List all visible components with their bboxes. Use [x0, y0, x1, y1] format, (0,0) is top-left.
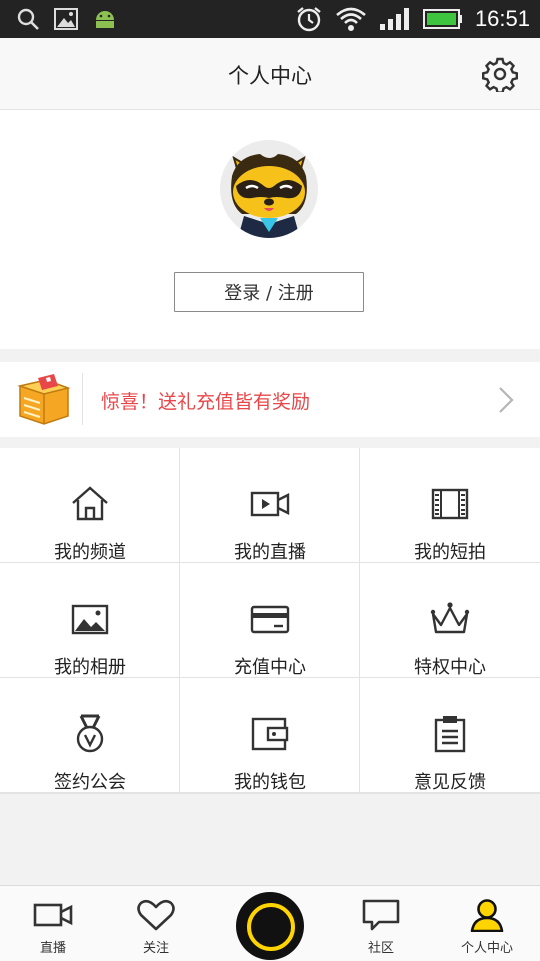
feature-grid: 我的频道 我的直播 我的短拍 我的相册 充值中心 特权中心 签约公会 我的钱包 …: [0, 448, 540, 794]
image-icon: [71, 604, 109, 635]
medal-icon: [76, 714, 104, 753]
clock-time: 16:51: [474, 6, 530, 31]
crown-icon: [430, 602, 470, 634]
grid-item-label: 我的频道: [54, 542, 126, 563]
grid-item-signed-guild[interactable]: 签约公会: [0, 678, 180, 793]
battery-icon: [422, 9, 462, 29]
avatar[interactable]: [220, 140, 318, 238]
wifi-icon: [336, 7, 366, 31]
android-debug-icon: [96, 11, 114, 28]
video-camera-icon: [33, 903, 73, 927]
record-ring-icon: [247, 903, 295, 951]
raccoon-mascot-icon: [231, 154, 307, 238]
chat-bubble-icon: [362, 899, 400, 931]
grid-item-my-live[interactable]: 我的直播: [180, 448, 360, 563]
chevron-right-icon: [499, 387, 514, 413]
promo-banner[interactable]: 惊喜！送礼充值皆有奖励: [0, 362, 540, 437]
grid-item-my-album[interactable]: 我的相册: [0, 563, 180, 678]
tab-label: 关注: [142, 941, 169, 956]
tab-live[interactable]: 直播: [3, 886, 103, 961]
grid-item-feedback[interactable]: 意见反馈: [360, 678, 540, 793]
tab-label: 直播: [39, 941, 66, 956]
film-icon: [431, 488, 469, 520]
grid-item-label: 意见反馈: [414, 772, 486, 793]
grid-item-label: 我的短拍: [414, 542, 486, 563]
grid-item-privilege-center[interactable]: 特权中心: [360, 563, 540, 678]
status-bar: 16:51: [0, 0, 540, 38]
heart-icon: [137, 899, 175, 931]
grid-item-my-shorts[interactable]: 我的短拍: [360, 448, 540, 563]
signal-icon: [379, 8, 409, 30]
search-icon: [17, 8, 39, 30]
promo-text: 惊喜！送礼充值皆有奖励: [101, 391, 311, 413]
gallery-notification-icon: [54, 8, 78, 30]
grid-item-label: 我的钱包: [234, 772, 306, 793]
grid-item-label: 特权中心: [414, 657, 486, 678]
tab-label: 个人中心: [460, 941, 513, 956]
tab-label: 社区: [367, 941, 394, 956]
settings-gear-icon[interactable]: [482, 56, 518, 92]
gift-book-icon: [17, 374, 71, 425]
tab-personal-center[interactable]: 个人中心: [437, 886, 537, 961]
grid-item-my-wallet[interactable]: 我的钱包: [180, 678, 360, 793]
credit-card-icon: [250, 605, 290, 634]
app-header: 个人中心: [0, 38, 540, 110]
grid-item-label: 我的相册: [54, 657, 126, 678]
profile-section: 登录 / 注册: [0, 110, 540, 349]
start-live-button[interactable]: [236, 892, 304, 960]
bottom-navigation: 直播 关注 社区 个人中心: [0, 885, 540, 961]
page-title: 个人中心: [228, 64, 312, 88]
tab-community[interactable]: 社区: [331, 886, 431, 961]
grid-item-my-channel[interactable]: 我的频道: [0, 448, 180, 563]
clipboard-icon: [434, 716, 466, 753]
grid-item-label: 充值中心: [234, 657, 306, 678]
grid-item-recharge-center[interactable]: 充值中心: [180, 563, 360, 678]
tab-follow[interactable]: 关注: [106, 886, 206, 961]
wallet-icon: [251, 717, 289, 751]
login-register-button[interactable]: 登录 / 注册: [174, 272, 364, 312]
person-icon: [470, 899, 504, 932]
grid-item-label: 签约公会: [54, 772, 126, 793]
promo-divider: [82, 373, 83, 425]
home-icon: [72, 486, 108, 521]
grid-item-label: 我的直播: [234, 542, 306, 563]
video-camera-icon: [250, 491, 290, 517]
alarm-icon: [297, 7, 321, 32]
